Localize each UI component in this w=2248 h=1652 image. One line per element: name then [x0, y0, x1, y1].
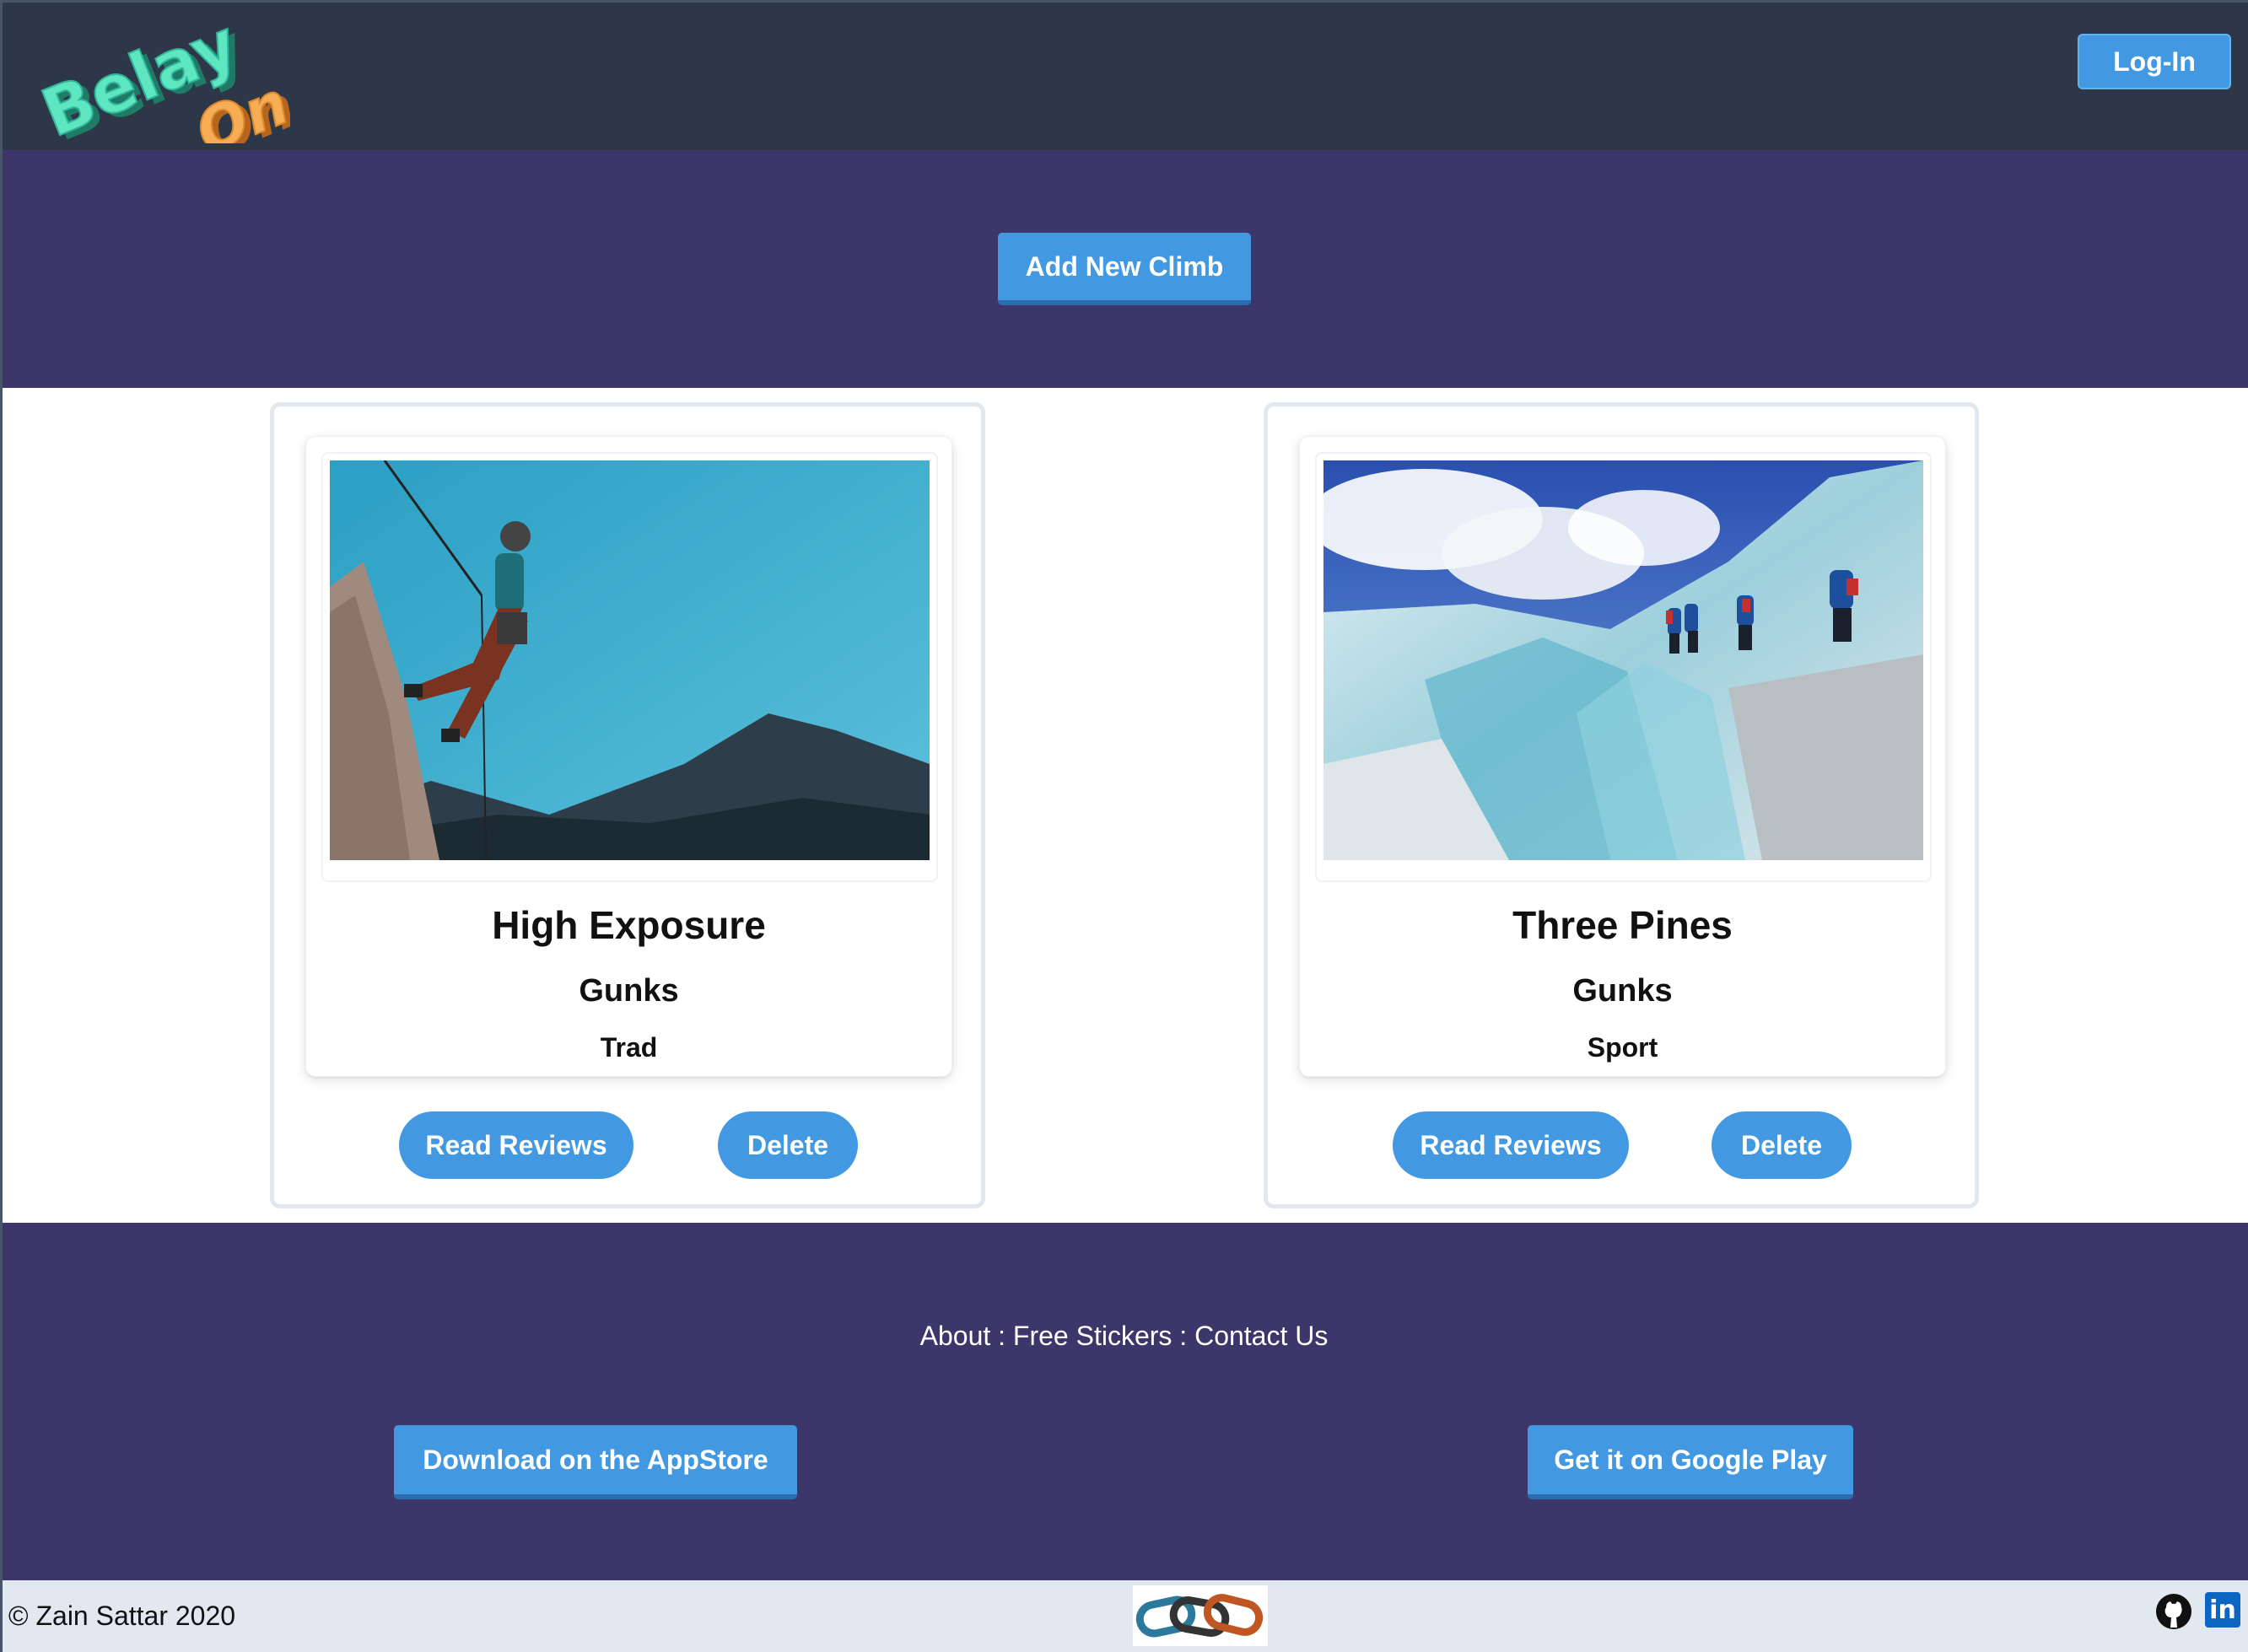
climb-list: High Exposure Gunks Trad Read Reviews De… — [0, 388, 2248, 1223]
link-separator: : — [1172, 1321, 1195, 1351]
climber-rappelling-photo — [330, 460, 930, 860]
linkedin-icon[interactable]: in — [2205, 1592, 2240, 1628]
github-icon[interactable] — [2154, 1592, 2193, 1631]
copyright-text: © Zain Sattar 2020 — [8, 1601, 236, 1631]
read-reviews-button[interactable]: Read Reviews — [1393, 1111, 1629, 1179]
climb-type: Trad — [600, 1032, 658, 1063]
google-play-button[interactable]: Get it on Google Play — [1528, 1425, 1853, 1499]
bottom-bar: © Zain Sattar 2020 in — [0, 1580, 2248, 1652]
about-link[interactable]: About — [920, 1321, 991, 1351]
carabiner-icon — [1133, 1585, 1268, 1646]
hero-band: Add New Climb — [0, 150, 2248, 388]
climb-name: Three Pines — [1512, 903, 1733, 947]
climb-card: Three Pines Gunks Sport Read Reviews Del… — [1264, 402, 1979, 1208]
delete-button[interactable]: Delete — [1712, 1111, 1852, 1179]
login-button[interactable]: Log-In — [2078, 34, 2231, 89]
footer-band: About : Free Stickers : Contact Us Downl… — [0, 1223, 2248, 1580]
climb-area: Gunks — [1572, 973, 1673, 1009]
glacier-hikers-photo — [1323, 460, 1923, 860]
contact-us-link[interactable]: Contact Us — [1194, 1321, 1328, 1351]
appstore-button[interactable]: Download on the AppStore — [394, 1425, 797, 1499]
belay-on-logo[interactable]: Belay Belay On On — [29, 0, 305, 170]
top-header: Belay Belay On On Log-In — [0, 0, 2248, 170]
footer-links: About : Free Stickers : Contact Us — [0, 1321, 2248, 1352]
climb-card-body: Three Pines Gunks Sport — [1299, 436, 1946, 1077]
climb-card: High Exposure Gunks Trad Read Reviews De… — [270, 402, 985, 1208]
add-new-climb-button[interactable]: Add New Climb — [998, 233, 1251, 305]
climb-area: Gunks — [579, 973, 679, 1009]
read-reviews-button[interactable]: Read Reviews — [399, 1111, 633, 1179]
climb-photo-frame — [1315, 452, 1932, 882]
climb-card-body: High Exposure Gunks Trad — [305, 436, 952, 1077]
climb-type: Sport — [1587, 1032, 1658, 1063]
free-stickers-link[interactable]: Free Stickers — [1013, 1321, 1172, 1351]
climb-photo-frame — [321, 452, 938, 882]
link-separator: : — [990, 1321, 1013, 1351]
delete-button[interactable]: Delete — [718, 1111, 858, 1179]
climb-name: High Exposure — [492, 903, 766, 947]
